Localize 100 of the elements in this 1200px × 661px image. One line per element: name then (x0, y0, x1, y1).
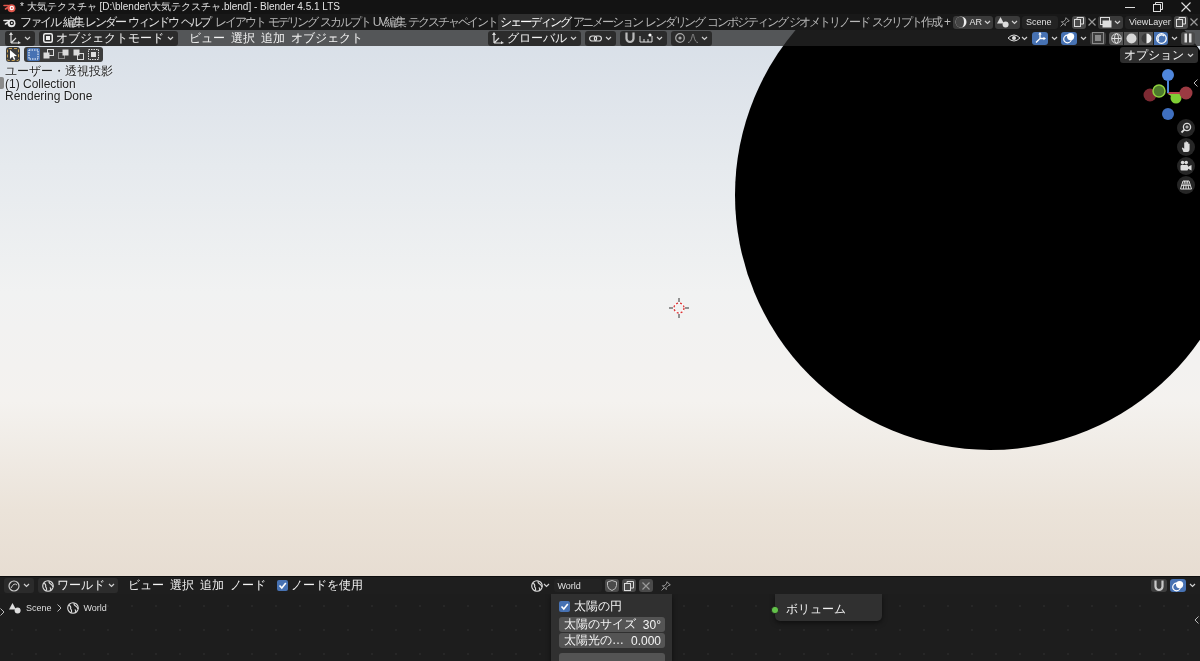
shading-mode-button[interactable] (1124, 31, 1138, 45)
view-layer-selector[interactable] (1098, 15, 1123, 29)
proportional-edit-dropdown[interactable] (671, 30, 712, 46)
wireframe-sphere-icon (1110, 32, 1122, 44)
caret-icon[interactable] (1189, 583, 1196, 588)
menu-item[interactable]: オブジェクト (288, 30, 366, 46)
arrows-icon (1034, 32, 1046, 44)
shapes-icon (9, 602, 21, 614)
workspace-tab[interactable]: ジオメトリノード (787, 14, 870, 30)
workspace-tab[interactable]: レイアウト (213, 14, 266, 30)
workspace-tab[interactable]: レンダリング (642, 14, 706, 30)
grid-icon[interactable] (1177, 176, 1195, 194)
close-icon[interactable] (1088, 18, 1096, 26)
camera-icon[interactable] (1177, 157, 1195, 175)
number-field[interactable]: 太陽のサイズ 30° (559, 617, 665, 632)
menu-item[interactable]: ビュー (186, 30, 228, 46)
workspace-tab[interactable]: シェーディング (498, 14, 571, 30)
caret-icon (701, 35, 708, 41)
shader-type-dropdown[interactable]: ワールド (38, 578, 118, 593)
overlay-toggle[interactable] (1061, 31, 1077, 45)
restore-icon (1153, 2, 1163, 12)
new-view-layer-button[interactable] (1174, 15, 1188, 29)
workspace-tab[interactable]: モデリング (265, 14, 319, 30)
options-dropdown[interactable]: オプション (1120, 47, 1198, 63)
workspace-tab[interactable]: コンポジティング (705, 14, 788, 30)
menu-item[interactable]: 選択 (167, 578, 197, 593)
checkbox[interactable] (277, 580, 288, 591)
view-layer-field[interactable]: ViewLayer (1125, 15, 1172, 29)
menu-item[interactable]: 選択 (228, 30, 258, 46)
mode-dropdown[interactable]: オブジェクトモード (39, 30, 178, 46)
chevron-left-icon[interactable] (1193, 79, 1198, 87)
menu-item[interactable]: 編集 (60, 14, 84, 30)
scene-selector[interactable] (995, 15, 1020, 29)
new-world-button[interactable] (621, 579, 636, 592)
editor-type-button[interactable] (4, 578, 34, 593)
workspace-tab[interactable]: UV編集 (370, 14, 407, 30)
workspace-tab[interactable]: スクリプト作成 (869, 14, 942, 30)
checkbox[interactable] (559, 600, 570, 612)
menu-item[interactable]: ビュー (125, 578, 167, 593)
app-logo-icon[interactable] (3, 16, 16, 28)
menu-item[interactable]: 追加 (258, 30, 288, 46)
pivot-dropdown[interactable] (585, 30, 616, 46)
workspace-tab[interactable]: アニメーション (570, 14, 643, 30)
shading-mode-button[interactable] (1139, 31, 1153, 45)
workspace-tab[interactable]: スカルプト (318, 14, 371, 30)
caret-icon (656, 35, 663, 41)
y-axis-handle[interactable] (1167, 92, 1182, 104)
world-name-field[interactable]: World (553, 579, 602, 592)
menu-item[interactable]: ヘルプ (178, 14, 212, 30)
snap-dropdown[interactable] (620, 30, 667, 46)
editor-type-button[interactable] (5, 30, 35, 46)
close-icon[interactable] (1190, 18, 1198, 26)
socket-icon[interactable] (771, 606, 779, 614)
snap-toggle[interactable] (1151, 579, 1167, 592)
orientation-dropdown[interactable]: グローバル (488, 30, 581, 46)
caret-icon[interactable] (1171, 35, 1178, 41)
scene-name-field[interactable]: Scene (1022, 15, 1058, 29)
overlay-toggle[interactable] (1170, 579, 1186, 592)
pin-icon[interactable] (660, 580, 671, 591)
negative-y-handle[interactable] (1152, 84, 1166, 98)
menu-item[interactable]: ファイル (18, 14, 61, 30)
number-field[interactable]: 太陽光の… 0.000 (559, 633, 665, 648)
menu-item[interactable]: ノード (227, 578, 269, 593)
z-axis-handle[interactable] (1162, 69, 1174, 94)
x-axis-handle[interactable] (1167, 86, 1193, 100)
pause-button[interactable] (1181, 31, 1195, 45)
select-mode-button[interactable] (57, 48, 70, 61)
xray-toggle[interactable] (1090, 31, 1106, 45)
socket-label: ボリューム (786, 602, 846, 616)
addon-dropdown[interactable]: AR (953, 15, 993, 29)
select-mode-button[interactable] (72, 48, 85, 61)
menu-item[interactable]: レンダー (83, 14, 127, 30)
pin-icon[interactable] (1060, 17, 1070, 27)
select-mode-button[interactable] (42, 48, 55, 61)
caret-icon[interactable] (1051, 35, 1058, 41)
caret-icon[interactable] (1080, 35, 1087, 41)
use-nodes-checkbox[interactable]: ノードを使用 (277, 577, 363, 594)
add-workspace-button[interactable]: + (941, 14, 953, 30)
menu-item[interactable]: ウィンドウ (126, 14, 179, 30)
viewport-info-text: Rendering Done (5, 90, 93, 103)
select-mode-button[interactable] (87, 48, 100, 61)
visibility-dropdown[interactable] (1006, 31, 1029, 45)
workspace-tab[interactable]: テクスチャペイント (406, 14, 499, 30)
hand-icon[interactable] (1177, 138, 1195, 156)
shading-mode-button[interactable] (1109, 31, 1123, 45)
chevron-left-icon[interactable] (1194, 616, 1199, 624)
gizmo-toggle[interactable] (1032, 31, 1048, 45)
world-selector[interactable] (529, 579, 551, 592)
copy-icon (1074, 17, 1084, 27)
globe-icon (530, 579, 543, 592)
fake-user-button[interactable] (604, 579, 619, 592)
select-tool-button[interactable] (6, 47, 20, 62)
sun-disc-checkbox[interactable]: 太陽の円 (559, 598, 665, 614)
nested-squares-icon (88, 49, 99, 60)
zoom-in-icon[interactable] (1177, 119, 1195, 137)
unlink-world-button[interactable] (638, 579, 653, 592)
negative-z-handle[interactable] (1162, 108, 1174, 120)
new-scene-button[interactable] (1072, 15, 1086, 29)
shapes-icon (997, 16, 1009, 28)
menu-item[interactable]: 追加 (197, 578, 227, 593)
